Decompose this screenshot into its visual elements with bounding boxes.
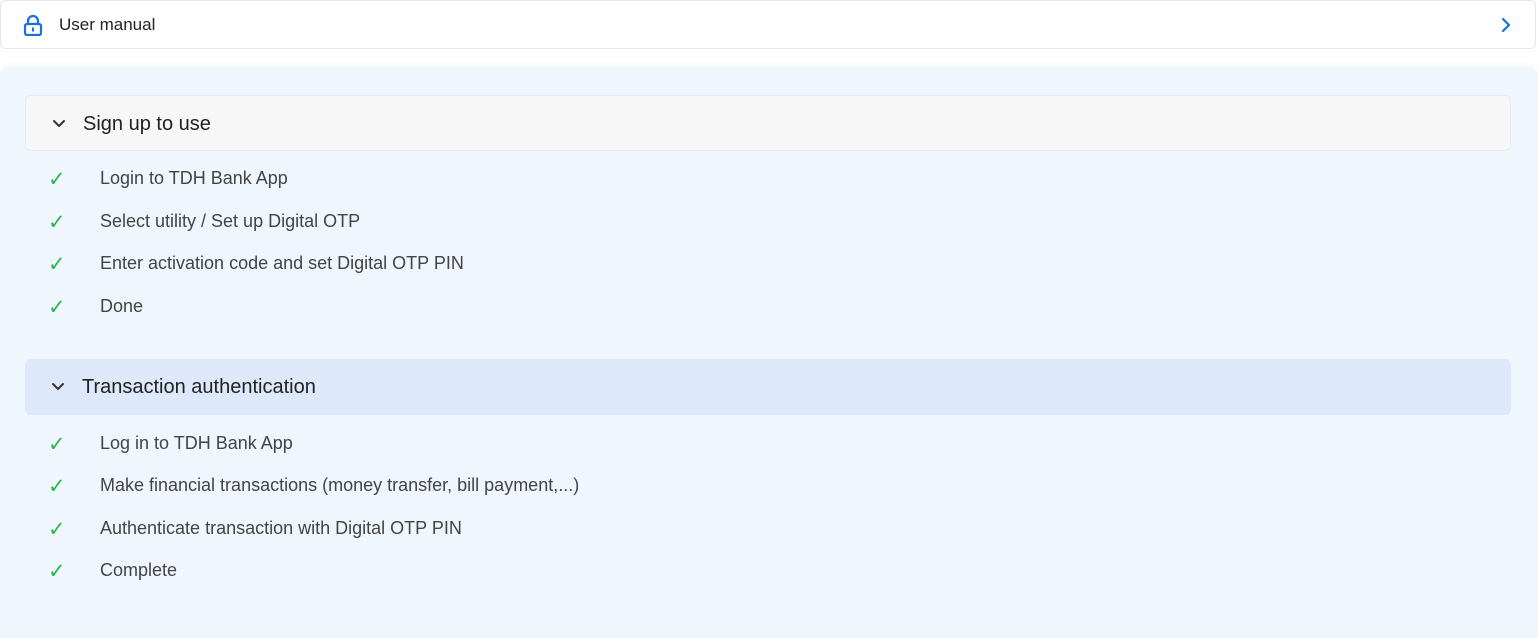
user-manual-panel: Sign up to use ✓ Login to TDH Bank App ✓…	[0, 67, 1538, 638]
check-icon: ✓	[48, 252, 66, 276]
step-text: Log in to TDH Bank App	[100, 433, 293, 453]
user-manual-title: User manual	[59, 15, 156, 34]
check-icon: ✓	[48, 295, 66, 319]
check-icon: ✓	[48, 517, 66, 541]
chevron-down-icon	[53, 120, 65, 127]
section-header-sign-up[interactable]: Sign up to use	[25, 95, 1511, 151]
section-header-transaction-authentication[interactable]: Transaction authentication	[25, 359, 1511, 415]
step-text: Select utility / Set up Digital OTP	[100, 211, 361, 231]
step-text: Make financial transactions (money trans…	[100, 475, 580, 495]
check-icon: ✓	[48, 559, 66, 583]
chevron-down-icon	[52, 383, 64, 390]
check-icon: ✓	[48, 167, 66, 191]
user-manual-bar[interactable]: User manual	[0, 0, 1536, 49]
step-text: Authenticate transaction with Digital OT…	[100, 518, 462, 538]
check-icon: ✓	[48, 474, 66, 498]
step-text: Done	[100, 296, 144, 316]
check-icon: ✓	[48, 432, 66, 456]
chevron-right-icon[interactable]	[1499, 16, 1513, 34]
section-title: Sign up to use	[83, 113, 211, 135]
lock-icon	[23, 14, 43, 36]
step-text: Enter activation code and set Digital OT…	[100, 253, 464, 273]
section-title: Transaction authentication	[82, 376, 316, 398]
step-text: Complete	[100, 560, 178, 580]
step-text: Login to TDH Bank App	[100, 168, 288, 188]
check-icon: ✓	[48, 210, 66, 234]
